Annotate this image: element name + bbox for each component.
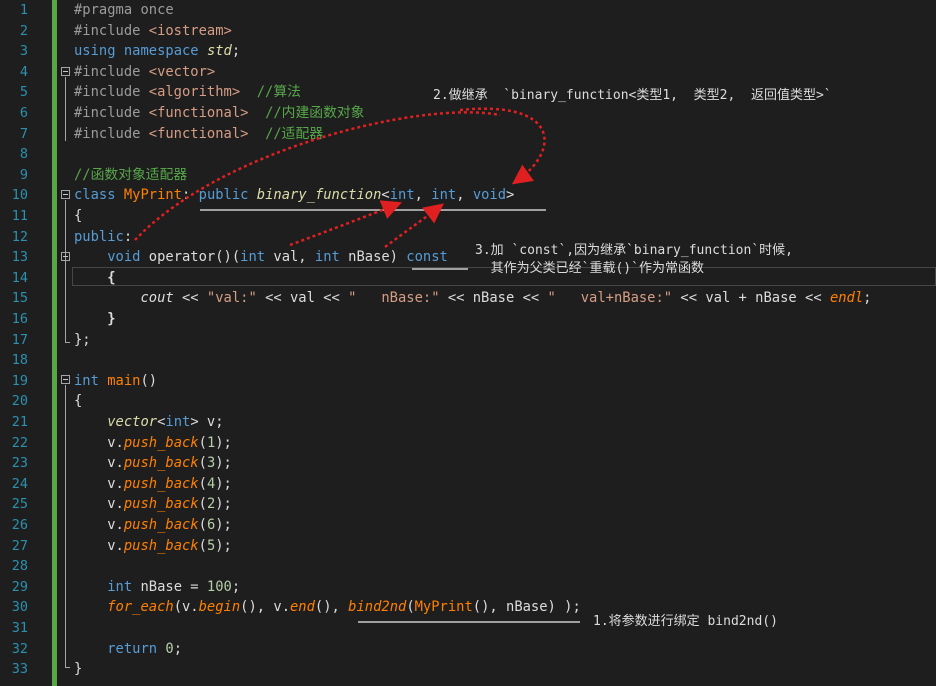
arrow-base-to-void xyxy=(459,107,546,185)
annotation-arrows xyxy=(134,107,546,249)
code-editor[interactable]: 1 2 3 4 5 6 7 8 9 10 11 12 13 14 15 16 1… xyxy=(0,0,936,686)
arrow-const-to-base xyxy=(384,203,444,249)
arrow-param-to-base xyxy=(289,200,402,247)
arrow-public-to-base xyxy=(134,111,501,241)
